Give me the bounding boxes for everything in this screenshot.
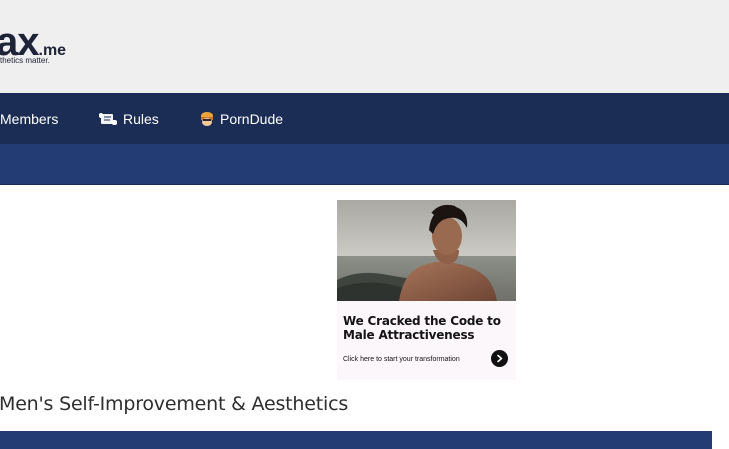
main-nav: Members Rules PornDude bbox=[0, 93, 729, 144]
ad-photo bbox=[337, 200, 516, 301]
logo-tagline: sthetics matter. bbox=[0, 56, 50, 65]
nav-item-label: Members bbox=[0, 110, 59, 127]
scroll-icon bbox=[99, 112, 117, 126]
ad-headline[interactable]: We Cracked the Code to Male Attractivene… bbox=[343, 314, 513, 342]
site-header: ax.me sthetics matter. bbox=[0, 0, 729, 93]
nav-item-rules[interactable]: Rules bbox=[99, 93, 159, 144]
section-header-bar bbox=[0, 431, 712, 449]
porndude-icon bbox=[200, 111, 214, 127]
ad-cta-text[interactable]: Click here to start your transformation bbox=[343, 356, 460, 363]
chevron-right-icon[interactable] bbox=[491, 350, 508, 367]
ad-banner[interactable]: We Cracked the Code to Male Attractivene… bbox=[337, 200, 516, 380]
nav-item-porndude[interactable]: PornDude bbox=[200, 93, 283, 144]
nav-item-label: PornDude bbox=[220, 110, 284, 127]
page-title: Men's Self-Improvement & Aesthetics bbox=[0, 393, 349, 415]
nav-item-label: Rules bbox=[123, 110, 159, 127]
nav-item-members[interactable]: Members bbox=[0, 93, 58, 144]
sub-nav-bar bbox=[0, 144, 729, 185]
